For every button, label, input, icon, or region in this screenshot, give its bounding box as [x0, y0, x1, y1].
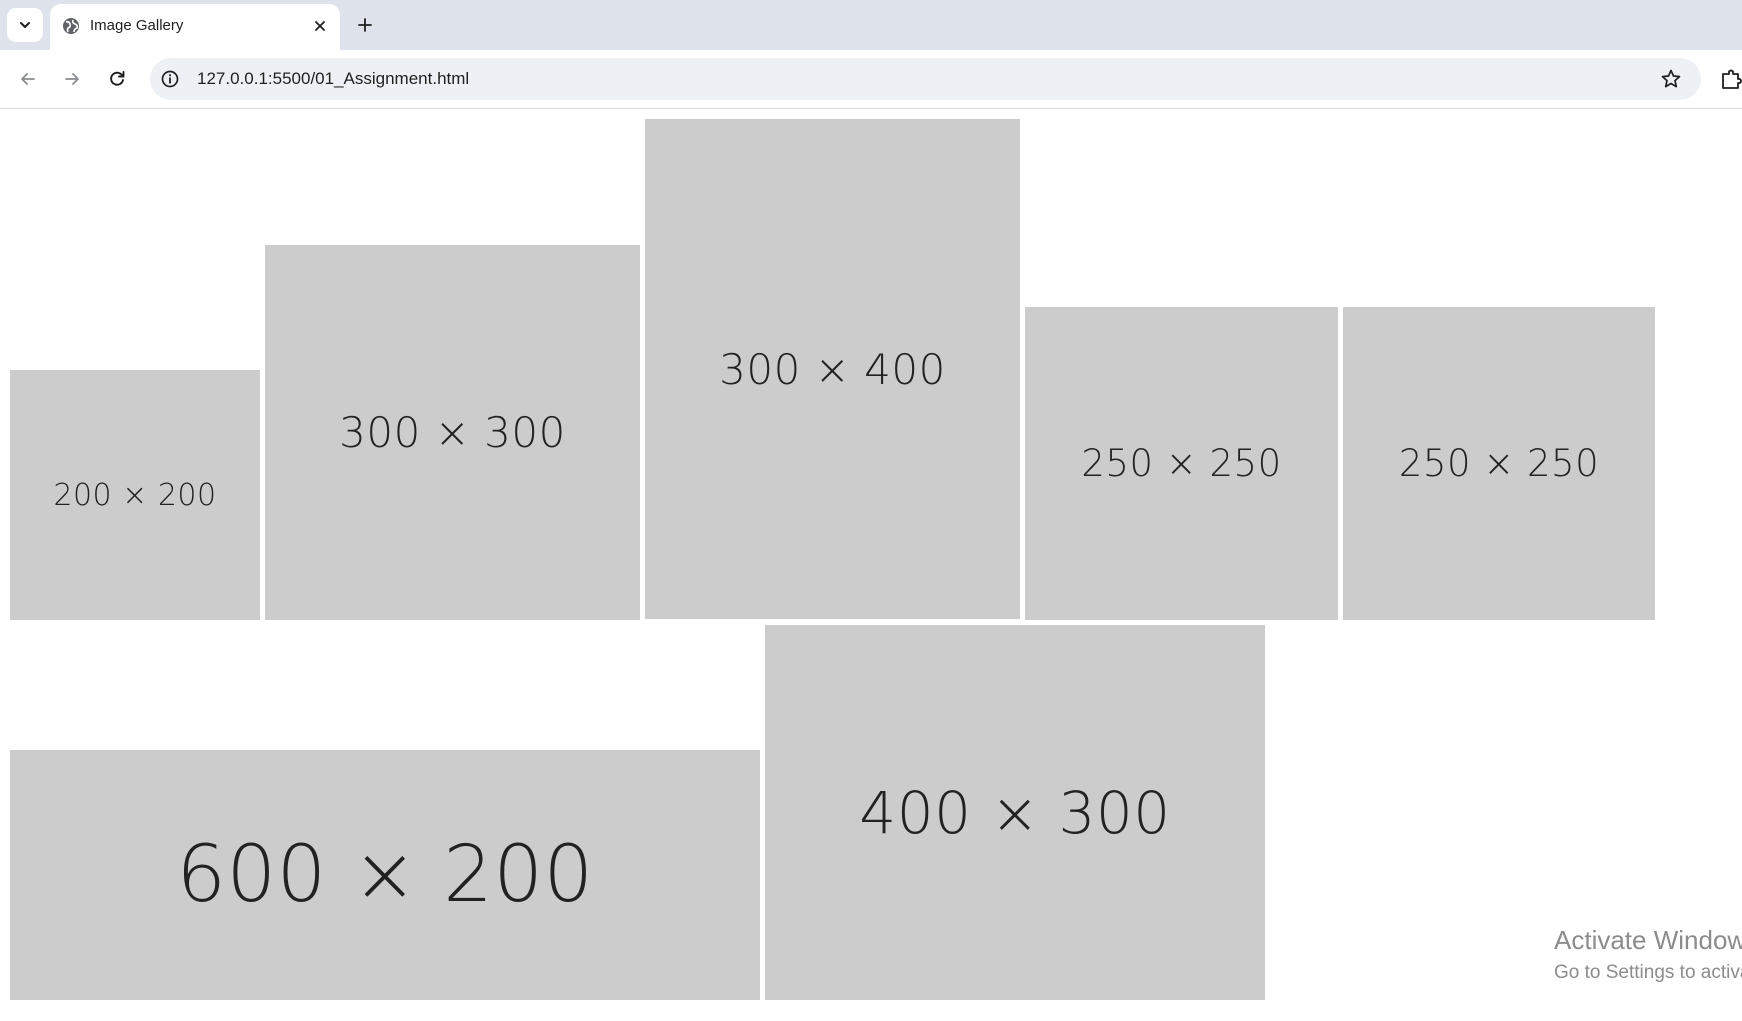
puzzle-icon[interactable]: [1720, 68, 1742, 90]
browser-window: Image Gallery 127.0.0.1:5500/01_Assignme…: [0, 0, 1742, 1021]
gallery-image: 600 × 200: [10, 750, 760, 1000]
gallery-image: 200 × 200: [10, 370, 260, 620]
gallery-image: 300 × 300: [265, 245, 640, 620]
reload-icon: [110, 71, 125, 86]
back-arrow-icon: [21, 73, 35, 85]
browser-toolbar: 127.0.0.1:5500/01_Assignment.html: [0, 50, 1742, 109]
globe-icon: [63, 18, 79, 34]
info-icon[interactable]: [160, 69, 180, 89]
gallery-image: 250 × 250: [1025, 307, 1338, 620]
watermark-title: Activate Windows: [1554, 925, 1742, 955]
image-size-label: 300 × 400: [719, 344, 946, 394]
image-size-label: 600 × 200: [176, 830, 594, 920]
reload-button[interactable]: [102, 64, 132, 94]
close-icon: [315, 21, 325, 31]
image-size-label: 250 × 250: [1398, 442, 1600, 485]
image-size-label: 250 × 250: [1081, 442, 1282, 485]
star-icon[interactable]: [1660, 68, 1682, 90]
activate-windows-watermark: Activate Windows Go to Settings to activ…: [1554, 925, 1742, 984]
image-size-label: 400 × 300: [859, 778, 1171, 847]
gallery-image: 250 × 250: [1343, 307, 1655, 620]
address-bar[interactable]: 127.0.0.1:5500/01_Assignment.html: [150, 58, 1701, 100]
address-url[interactable]: 127.0.0.1:5500/01_Assignment.html: [197, 69, 469, 89]
plus-icon: [358, 18, 372, 32]
chevron-down-icon: [20, 22, 30, 28]
image-size-label: 200 × 200: [53, 477, 217, 513]
new-tab-button[interactable]: [352, 12, 378, 38]
tab-strip: Image Gallery: [0, 0, 1742, 50]
back-button[interactable]: [13, 64, 43, 94]
tab-search-button[interactable]: [7, 8, 43, 42]
tab-title: Image Gallery: [90, 17, 184, 34]
gallery-image: 400 × 300: [765, 625, 1265, 1000]
tab-image-gallery[interactable]: Image Gallery: [50, 4, 340, 50]
tab-close-button[interactable]: [310, 16, 330, 36]
page-content: 200 × 200 300 × 300 300 × 400 250 × 250 …: [0, 109, 1742, 1021]
forward-button[interactable]: [57, 64, 87, 94]
gallery-image: 300 × 400: [645, 119, 1020, 619]
forward-arrow-icon: [65, 73, 79, 85]
watermark-subtitle: Go to Settings to activate Windows.: [1554, 962, 1742, 983]
image-size-label: 300 × 300: [339, 408, 566, 457]
